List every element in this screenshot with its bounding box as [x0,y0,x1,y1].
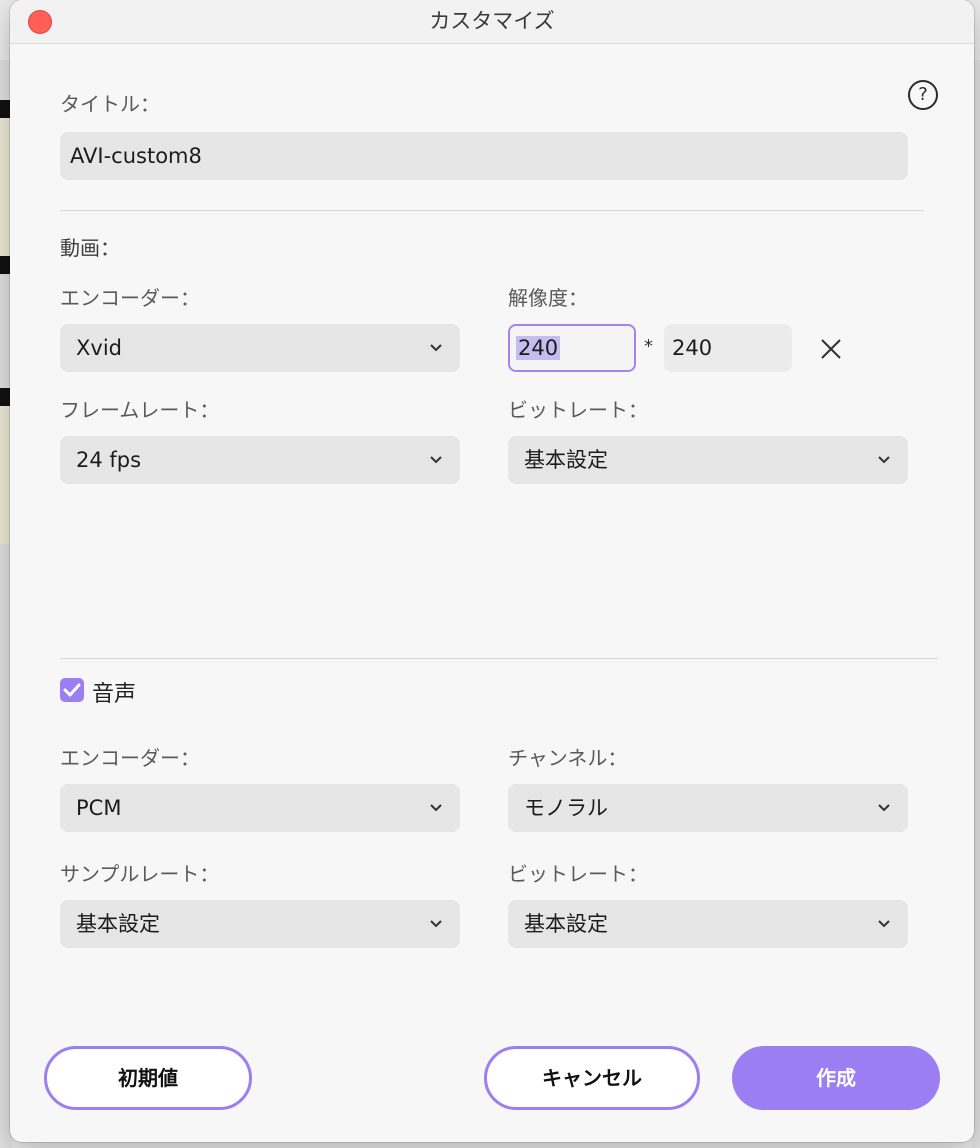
reset-defaults-button[interactable]: 初期値 [44,1046,252,1110]
divider [60,210,924,211]
resolution-width-value: 240 [516,336,561,360]
chevron-down-icon [430,920,442,928]
create-button[interactable]: 作成 [732,1046,940,1110]
framerate-value: 24 fps [76,448,142,472]
clear-icon[interactable] [820,338,842,360]
window-title: カスタマイズ [429,9,555,33]
audio-bitrate-value: 基本設定 [524,912,608,936]
channel-select[interactable]: モノラル [508,784,908,832]
checkmark-icon [63,683,81,697]
chevron-down-icon [878,920,890,928]
audio-encoder-value: PCM [76,796,122,820]
chevron-down-icon [430,804,442,812]
channel-value: モノラル [524,796,608,820]
audio-bitrate-label: ビットレート： [508,862,648,886]
chevron-down-icon [430,344,442,352]
samplerate-select[interactable]: 基本設定 [60,900,460,948]
audio-section-label: 音声 [92,682,137,707]
framerate-label: フレームレート： [60,398,220,422]
resolution-label: 解像度： [508,286,588,310]
samplerate-label: サンプルレート： [60,862,220,886]
customize-dialog: カスタマイズ ? タイトル： AVI-custom8 動画： エンコーダー： X… [10,0,974,1142]
video-bitrate-select[interactable]: 基本設定 [508,436,908,484]
audio-checkbox[interactable] [60,678,84,702]
title-label: タイトル： [60,92,160,116]
audio-encoder-select[interactable]: PCM [60,784,460,832]
samplerate-value: 基本設定 [76,912,160,936]
resolution-height-input[interactable]: 240 [664,324,792,372]
channel-label: チャンネル： [508,746,628,770]
video-encoder-value: Xvid [76,336,122,360]
chevron-down-icon [878,804,890,812]
chevron-down-icon [430,456,442,464]
video-bitrate-label: ビットレート： [508,398,648,422]
help-icon[interactable]: ? [908,80,938,110]
audio-encoder-label: エンコーダー： [60,746,200,770]
video-section-label: 動画： [60,236,120,260]
title-input[interactable]: AVI-custom8 [60,132,908,180]
title-bar: カスタマイズ [10,0,974,44]
video-bitrate-value: 基本設定 [524,448,608,472]
chevron-down-icon [878,456,890,464]
resolution-separator: * [644,336,653,357]
framerate-select[interactable]: 24 fps [60,436,460,484]
audio-bitrate-select[interactable]: 基本設定 [508,900,908,948]
resolution-width-input[interactable]: 240 [508,324,636,372]
cancel-button[interactable]: キャンセル [484,1046,700,1110]
video-encoder-label: エンコーダー： [60,286,200,310]
divider [60,658,938,659]
video-encoder-select[interactable]: Xvid [60,324,460,372]
